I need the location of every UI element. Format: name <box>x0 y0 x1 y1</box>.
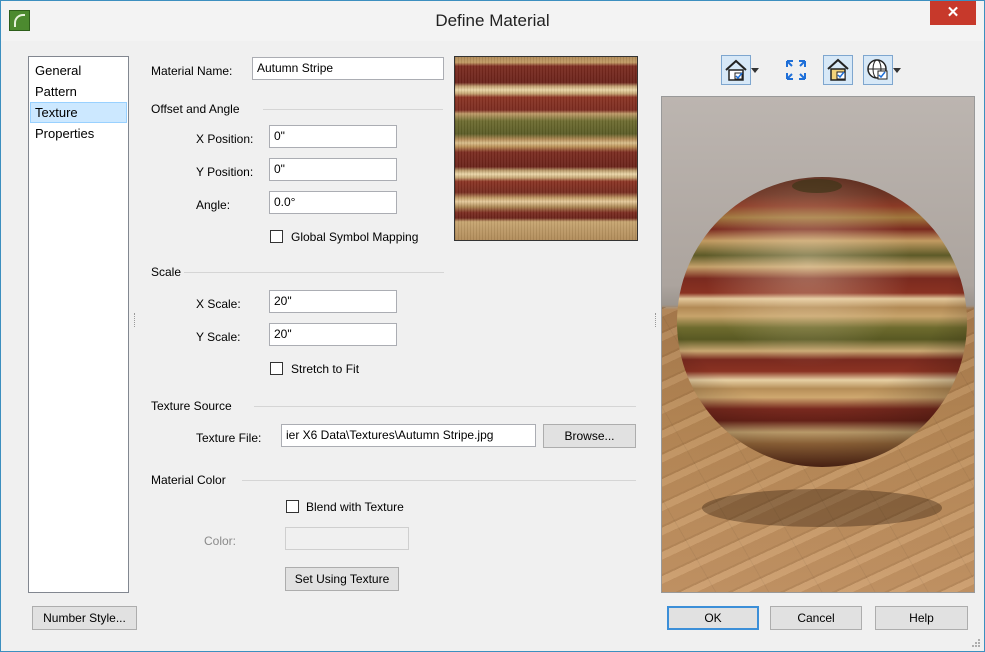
nav-item-general[interactable]: General <box>29 60 128 81</box>
material-preview-icon <box>827 58 849 81</box>
global-symbol-mapping-label[interactable]: Global Symbol Mapping <box>291 230 418 244</box>
room-view-button[interactable] <box>721 55 759 85</box>
splitter-grip-left[interactable] <box>134 313 137 327</box>
texture-swatch <box>454 56 638 241</box>
x-position-label: X Position: <box>196 132 254 146</box>
resize-grip-icon[interactable] <box>971 638 981 648</box>
global-symbol-mapping-checkbox[interactable] <box>270 230 283 243</box>
material-preview-button[interactable] <box>823 55 853 85</box>
room-view-icon <box>725 59 747 81</box>
category-list: General Pattern Texture Properties <box>28 56 129 593</box>
angle-label: Angle: <box>196 198 231 212</box>
dialog-title: Define Material <box>435 11 550 30</box>
x-scale-label: X Scale: <box>196 297 241 311</box>
sphere-top-ring <box>792 179 842 193</box>
material-name-input[interactable]: Autumn Stripe <box>252 57 444 80</box>
globe-view-button[interactable] <box>863 55 901 85</box>
sphere-shadow <box>702 489 942 527</box>
y-scale-label: Y Scale: <box>196 330 241 344</box>
scale-divider <box>184 272 444 273</box>
y-scale-input[interactable]: 20" <box>269 323 397 346</box>
material-name-label: Material Name: <box>151 64 233 78</box>
cancel-button[interactable]: Cancel <box>770 606 862 630</box>
scale-heading: Scale <box>151 265 182 279</box>
texture-source-heading: Texture Source <box>151 399 232 413</box>
set-using-texture-button[interactable]: Set Using Texture <box>285 567 399 591</box>
texture-file-input[interactable]: ier X6 Data\Textures\Autumn Stripe.jpg <box>281 424 536 447</box>
ok-button[interactable]: OK <box>667 606 759 630</box>
title-bar: Define Material ✕ <box>1 1 984 41</box>
y-position-input[interactable]: 0" <box>269 158 397 181</box>
define-material-dialog: Define Material ✕ General Pattern Textur… <box>0 0 985 652</box>
chevron-down-icon <box>893 68 901 73</box>
material-preview-viewport[interactable] <box>661 96 975 593</box>
x-position-input[interactable]: 0" <box>269 125 397 148</box>
blend-with-texture-label[interactable]: Blend with Texture <box>306 500 404 514</box>
x-scale-input[interactable]: 20" <box>269 290 397 313</box>
material-color-heading: Material Color <box>151 473 226 487</box>
fullscreen-icon <box>786 60 806 80</box>
texture-source-divider <box>254 406 636 407</box>
color-label: Color: <box>204 534 237 548</box>
fullscreen-button[interactable] <box>781 55 811 85</box>
texture-file-label: Texture File: <box>196 431 262 445</box>
globe-view-icon <box>867 59 888 80</box>
close-button[interactable]: ✕ <box>930 1 976 25</box>
angle-input[interactable]: 0.0° <box>269 191 397 214</box>
browse-button[interactable]: Browse... <box>543 424 636 448</box>
offset-angle-heading: Offset and Angle <box>151 102 240 116</box>
nav-item-pattern[interactable]: Pattern <box>29 81 128 102</box>
nav-item-texture[interactable]: Texture <box>30 102 127 123</box>
offset-angle-divider <box>263 109 443 110</box>
blend-with-texture-checkbox[interactable] <box>286 500 299 513</box>
material-color-divider <box>242 480 636 481</box>
color-swatch-field[interactable] <box>285 527 409 550</box>
splitter-grip-right[interactable] <box>655 313 658 327</box>
number-style-button[interactable]: Number Style... <box>32 606 137 630</box>
stretch-to-fit-label[interactable]: Stretch to Fit <box>291 362 359 376</box>
preview-sphere <box>677 177 967 467</box>
y-position-label: Y Position: <box>196 165 254 179</box>
help-button[interactable]: Help <box>875 606 968 630</box>
chevron-down-icon <box>751 68 759 73</box>
stretch-to-fit-checkbox[interactable] <box>270 362 283 375</box>
nav-item-properties[interactable]: Properties <box>29 123 128 144</box>
